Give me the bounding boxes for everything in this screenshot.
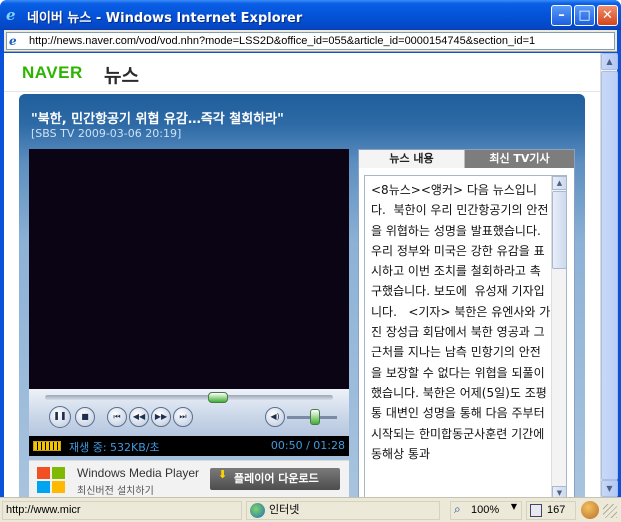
stop-button[interactable]: ■ <box>75 407 95 427</box>
blocked-count: 167 <box>547 504 566 516</box>
download-icon: ⬇ <box>218 468 228 481</box>
fast-forward-button[interactable]: ▶▶ <box>151 407 171 427</box>
volume-thumb[interactable] <box>309 409 320 425</box>
ie-logo-icon: e <box>6 6 16 24</box>
status-url: http://www.micr <box>2 501 242 520</box>
close-button[interactable]: ✕ <box>597 5 618 26</box>
wmp-promo-bar: Windows Media Player 최신버전 설치하기 ⬇ 플레이어 다운… <box>29 460 349 497</box>
title-bar[interactable]: e 네이버 뉴스 - Windows Internet Explorer – □… <box>0 0 621 30</box>
minimize-button[interactable]: – <box>551 5 572 26</box>
news-box: 뉴스 내용 최신 TV기사 <8뉴스><앵커> 다음 뉴스입니다. 북한이 우리… <box>358 149 575 497</box>
page-scroll-thumb[interactable] <box>601 71 618 480</box>
article-panel: "북한, 민간항공기 위협 유감…즉각 철회하라" [SBS TV 2009-0… <box>19 94 585 497</box>
video-screen[interactable] <box>29 149 349 389</box>
article-source: [SBS TV 2009-03-06 20:19] <box>31 127 182 140</box>
article-scrollbar[interactable]: ▲ ▼ <box>551 176 566 497</box>
article-body: <8뉴스><앵커> 다음 뉴스입니다. 북한이 우리 민간항공기의 안전을 위협… <box>371 183 551 461</box>
play-status: 재생 중: 532KB/초 <box>69 441 160 454</box>
article-headline: "북한, 민간항공기 위협 유감…즉각 철회하라" <box>31 112 284 127</box>
status-bar: http://www.micr 인터넷 ⌕ 100% ▼ 167 <box>0 497 621 522</box>
page-scroll-down-icon[interactable]: ▼ <box>601 480 618 497</box>
window-title: 네이버 뉴스 - Windows Internet Explorer <box>27 11 303 26</box>
blocked-items[interactable]: 167 <box>526 501 576 520</box>
seek-bar[interactable] <box>45 395 333 400</box>
previous-button[interactable]: ⏮ <box>107 407 127 427</box>
download-player-button[interactable]: ⬇ 플레이어 다운로드 <box>210 468 340 490</box>
section-title[interactable]: 뉴스 <box>104 61 139 88</box>
buffer-icon <box>33 441 61 451</box>
wmp-name: Windows Media Player <box>77 466 200 480</box>
header-divider <box>4 91 600 92</box>
player-status-strip: 재생 중: 532KB/초 00:50 / 01:28 <box>29 436 349 456</box>
tab-news-content[interactable]: 뉴스 내용 <box>359 150 465 168</box>
chevron-down-icon: ▼ <box>510 502 517 511</box>
page-scrollbar[interactable]: ▲ ▼ <box>600 53 618 497</box>
rewind-button[interactable]: ◀◀ <box>129 407 149 427</box>
browser-window: e 네이버 뉴스 - Windows Internet Explorer – □… <box>0 0 621 522</box>
article-scroll-thumb[interactable] <box>552 191 566 269</box>
seek-thumb[interactable] <box>207 392 228 403</box>
page-content: NAVER 뉴스 "북한, 민간항공기 위협 유감…즉각 철회하라" [SBS … <box>4 53 600 497</box>
scroll-down-arrow-icon[interactable]: ▼ <box>552 486 566 497</box>
pause-button[interactable]: ❚❚ <box>49 406 71 428</box>
naver-logo[interactable]: NAVER <box>22 63 83 83</box>
address-url[interactable]: http://news.naver.com/vod/vod.nhn?mode=L… <box>29 35 614 47</box>
maximize-button[interactable]: □ <box>574 5 595 26</box>
windows-logo-icon <box>37 467 67 495</box>
globe-icon <box>250 503 265 518</box>
smiley-icon[interactable] <box>581 501 599 519</box>
zoom-level: 100% <box>471 504 500 516</box>
next-button[interactable]: ⏭ <box>173 407 193 427</box>
article-text-area[interactable]: <8뉴스><앵커> 다음 뉴스입니다. 북한이 우리 민간항공기의 안전을 위협… <box>364 175 567 497</box>
security-zone[interactable]: 인터넷 <box>246 501 440 520</box>
resize-grip[interactable] <box>603 504 617 518</box>
trash-icon <box>530 504 542 517</box>
tab-latest-tv[interactable]: 최신 TV기사 <box>465 150 574 168</box>
zoom-control[interactable]: ⌕ 100% ▼ <box>450 501 522 520</box>
address-bar: e http://news.naver.com/vod/vod.nhn?mode… <box>4 30 617 52</box>
mute-button[interactable]: ◀) <box>265 407 285 427</box>
magnifier-icon: ⌕ <box>454 502 461 516</box>
download-player-label: 플레이어 다운로드 <box>234 472 319 485</box>
page-scroll-up-icon[interactable]: ▲ <box>601 53 618 70</box>
scroll-up-arrow-icon[interactable]: ▲ <box>552 176 566 190</box>
page-icon: e <box>9 34 17 48</box>
security-zone-label: 인터넷 <box>269 504 300 516</box>
news-tabs: 뉴스 내용 최신 TV기사 <box>359 150 574 168</box>
address-field[interactable]: e http://news.naver.com/vod/vod.nhn?mode… <box>6 32 615 50</box>
player-controls: ❚❚ ■ ⏮ ◀◀ ▶▶ ⏭ ◀) <box>29 389 349 436</box>
play-time: 00:50 / 01:28 <box>270 439 345 452</box>
media-player: ❚❚ ■ ⏮ ◀◀ ▶▶ ⏭ ◀) 재생 중: 532KB/초 00:50 / … <box>29 149 349 497</box>
wmp-install-link[interactable]: 최신버전 설치하기 <box>77 482 154 497</box>
